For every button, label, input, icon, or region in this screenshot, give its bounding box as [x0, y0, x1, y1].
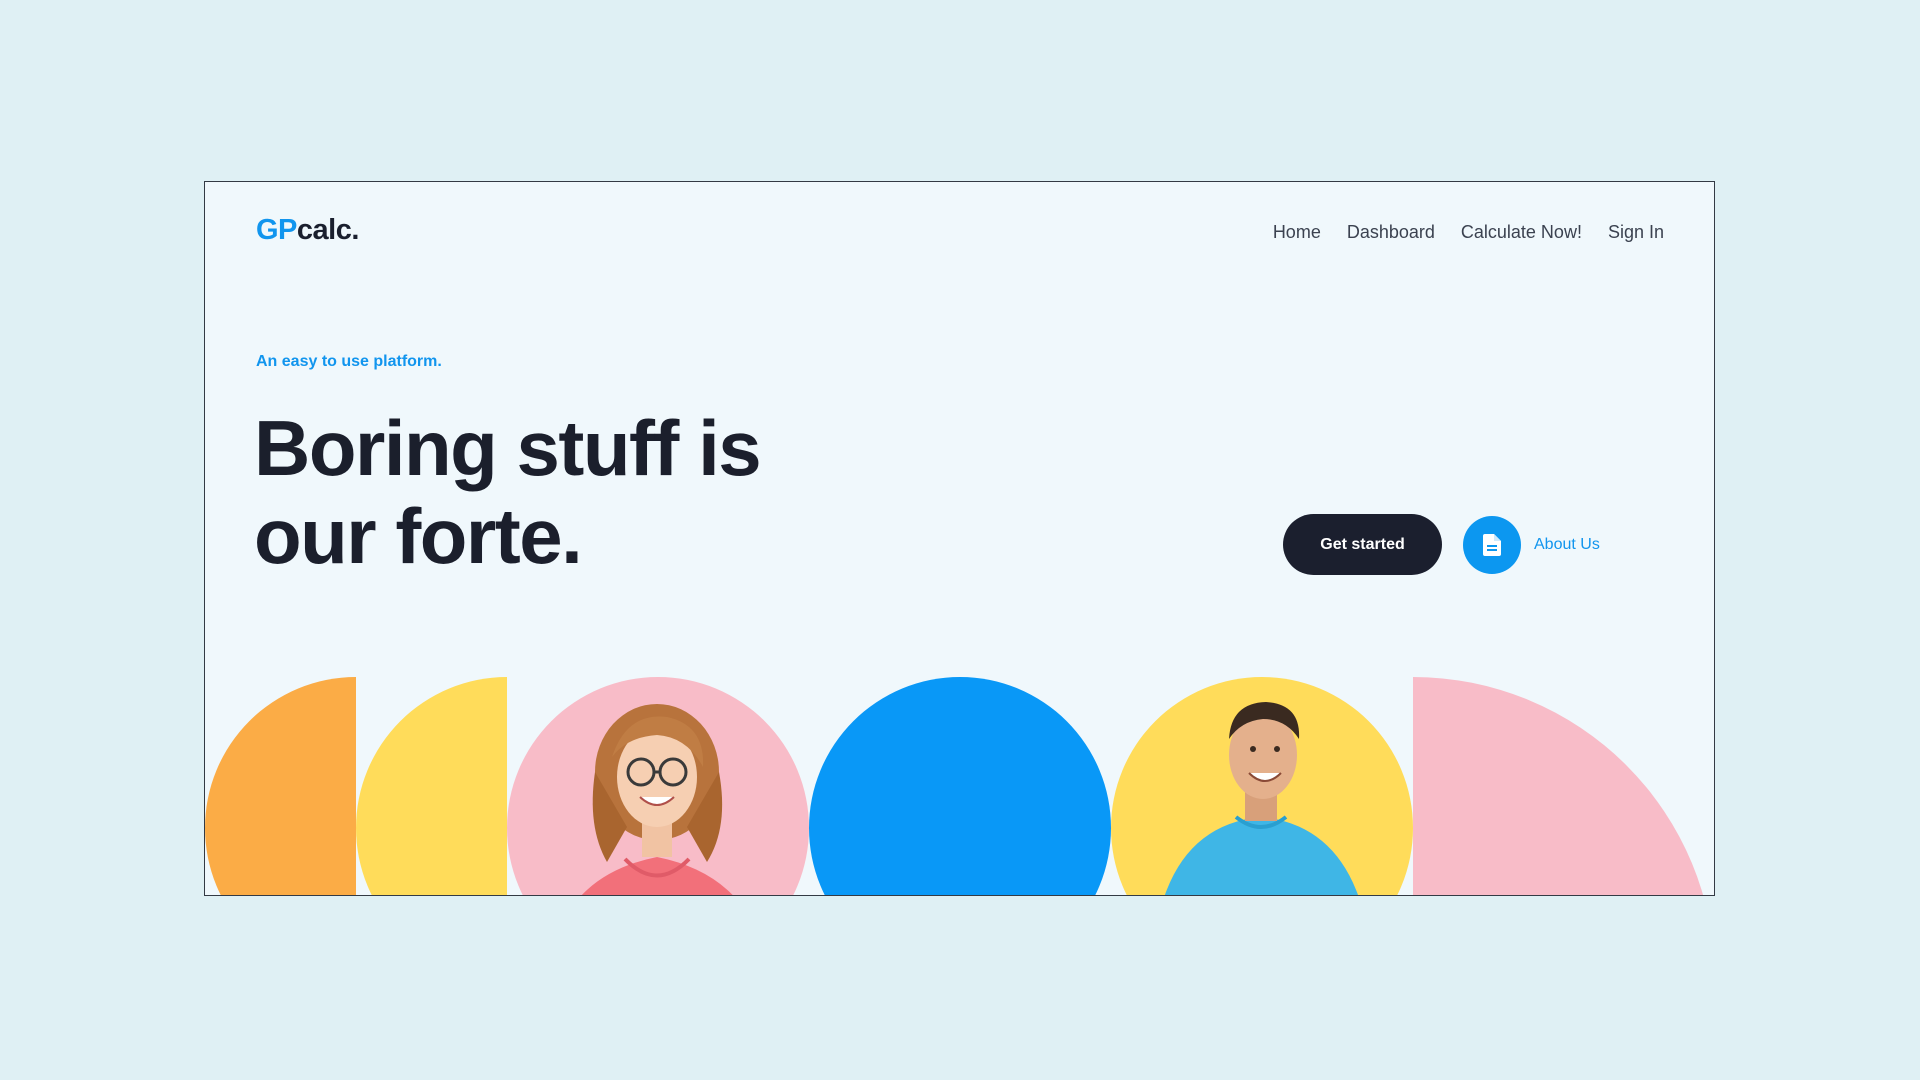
nav-home[interactable]: Home — [1273, 222, 1321, 243]
get-started-button[interactable]: Get started — [1283, 514, 1442, 575]
about-us-link[interactable]: About Us — [1463, 515, 1600, 574]
decorative-shapes — [205, 677, 1714, 895]
man-portrait-image — [1164, 702, 1358, 895]
nav-calculate-now[interactable]: Calculate Now! — [1461, 222, 1582, 243]
about-us-icon-button[interactable] — [1463, 515, 1521, 574]
hero-headline-line1: Boring stuff is — [254, 404, 762, 492]
hero-headline: Boring stuff is our forte. — [254, 404, 762, 580]
document-icon — [1483, 533, 1501, 556]
hero-headline-line2: our forte. — [254, 492, 583, 580]
woman-portrait-image — [582, 704, 733, 895]
pink-quarter-circle — [1413, 677, 1714, 895]
about-us-label: About Us — [1534, 535, 1600, 553]
orange-half-circle — [205, 677, 356, 895]
logo-prefix: GP — [256, 214, 297, 246]
top-nav: Home Dashboard Calculate Now! Sign In — [1273, 222, 1664, 243]
yellow-half-circle — [356, 677, 507, 895]
hero-eyebrow: An easy to use platform. — [256, 353, 442, 370]
yellow-circle-portrait — [1111, 677, 1413, 895]
logo-suffix: calc. — [296, 214, 360, 246]
nav-dashboard[interactable]: Dashboard — [1347, 222, 1435, 243]
nav-sign-in[interactable]: Sign In — [1608, 222, 1664, 243]
browser-frame: GPcalc. Home Dashboard Calculate Now! Si… — [204, 181, 1715, 896]
logo[interactable]: GPcalc. — [256, 214, 359, 247]
cta-group: Get started About Us — [1283, 514, 1600, 575]
pink-circle-portrait — [507, 677, 809, 895]
blue-circle — [809, 677, 1111, 895]
